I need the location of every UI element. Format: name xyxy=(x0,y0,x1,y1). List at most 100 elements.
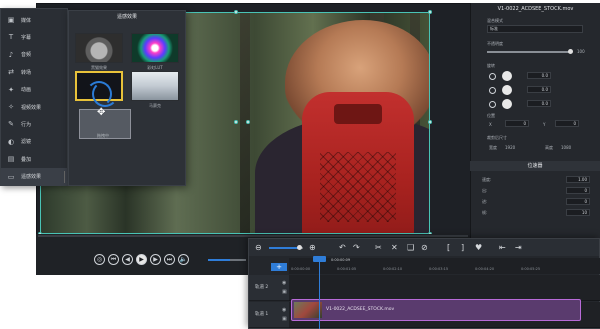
properties-panel: V1-0022_ACDSEE_STOCK.mov 混合模式 标准 不透明度 10… xyxy=(470,3,600,275)
playhead-time: 0:00:00:09 xyxy=(331,258,351,262)
transition-thumb-cat[interactable] xyxy=(75,33,123,63)
split-icon[interactable]: ✂ xyxy=(375,243,382,252)
lock-icon[interactable]: ▣ xyxy=(282,289,287,295)
nav-item-label: 视频效果 xyxy=(21,104,42,111)
slider-knob[interactable] xyxy=(568,49,573,54)
rotation-label: 旋转 xyxy=(487,63,495,68)
playback-progress[interactable] xyxy=(38,235,468,237)
nav-item[interactable]: ⇄ 转场 xyxy=(1,63,67,81)
undo-icon[interactable]: ↶ xyxy=(339,243,346,252)
video-clip[interactable]: V1-0022_ACDSEE_STOCK.mov xyxy=(291,299,581,321)
add-track-button[interactable]: + xyxy=(271,263,287,271)
play-icon[interactable]: ▶ xyxy=(136,254,147,265)
nav-item-label: 叠加 xyxy=(21,156,32,163)
volume-slider[interactable] xyxy=(208,259,246,261)
mark-in-icon[interactable]: [ xyxy=(447,243,450,252)
rewind-icon[interactable]: ◀ xyxy=(122,254,133,265)
speed-row-label: 帧: xyxy=(482,210,488,215)
thumb-label: 马赛克 xyxy=(149,103,161,108)
zoom-out-icon[interactable]: ⊖ xyxy=(255,243,262,252)
clip-label: V1-0022_ACDSEE_STOCK.mov xyxy=(326,307,395,312)
nav-item-label: 字幕 xyxy=(21,34,32,41)
go-end-icon[interactable]: ⇥ xyxy=(515,243,522,252)
rotation-dial[interactable] xyxy=(502,71,512,81)
rotation-z-input[interactable]: 0.0 xyxy=(527,100,551,107)
ruler-tick-label: 0:00:02:10 xyxy=(383,267,403,271)
move-cursor-icon: ✥ xyxy=(97,107,106,118)
speed-row-input[interactable]: 10 xyxy=(566,209,590,216)
nav-item[interactable]: ✦ 动画 xyxy=(1,81,67,99)
rotation-dial[interactable] xyxy=(502,99,512,109)
ruler-tick-label: 0:00:04:20 xyxy=(475,267,495,271)
rotation-dial[interactable] xyxy=(502,85,512,95)
lock-icon[interactable]: ▣ xyxy=(282,316,287,322)
rotate-x-icon xyxy=(489,73,496,80)
transition-thumb-rainbow[interactable] xyxy=(131,33,179,63)
track-header[interactable]: 轨道 1 ◉ ▣ xyxy=(249,302,289,328)
width-value[interactable]: 1920 xyxy=(505,145,515,150)
transition-thumb-mosaic[interactable] xyxy=(131,71,179,101)
nav-item-label: 音频 xyxy=(21,52,32,59)
nav-item[interactable]: ▤ 叠加 xyxy=(1,150,67,168)
playhead[interactable] xyxy=(313,256,326,262)
rotate-z-icon xyxy=(489,101,496,108)
nav-item[interactable]: ▭ 遥感效果 xyxy=(1,167,67,186)
nav-item[interactable]: ▣ 媒体 xyxy=(1,11,67,29)
nav-item[interactable]: ◐ 滤镜 xyxy=(1,133,67,151)
forward-icon[interactable]: ▶ xyxy=(150,254,161,265)
snapshot-icon[interactable]: ◎ xyxy=(94,254,105,265)
ruler-tick-label: 0:00:05:25 xyxy=(521,267,541,271)
zoom-knob[interactable] xyxy=(297,245,302,250)
zoom-slider[interactable] xyxy=(269,245,303,250)
transition-effect-icon: ▭ xyxy=(7,172,15,181)
disable-icon[interactable]: ⊘ xyxy=(421,243,428,252)
effects-icon: ✧ xyxy=(8,103,14,111)
nav-item-label: 媒体 xyxy=(21,17,32,24)
backpack-strap xyxy=(334,104,382,124)
visibility-icon[interactable]: ◉ xyxy=(282,307,286,313)
height-value[interactable]: 1080 xyxy=(561,145,571,150)
speed-row-input[interactable]: 0 xyxy=(566,187,590,194)
speed-row-label: 进: xyxy=(482,199,488,204)
track-lane[interactable] xyxy=(289,275,600,301)
volume-icon[interactable]: 🔈 xyxy=(178,254,189,265)
marker-icon[interactable]: ♥ xyxy=(475,243,482,252)
rotation-x-input[interactable]: 0.0 xyxy=(527,72,551,79)
nav-item[interactable]: ♪ 音频 xyxy=(1,46,67,64)
timeline-panel: ⊖ ⊕ ↶ ↷ ✂ ✕ ❑ ⊘ [] ♥ ⇤ ⇥ + 0:00:00:00 0:00:01:05 0:00… xyxy=(248,238,600,329)
zoom-fill xyxy=(269,247,299,249)
red-backpack xyxy=(302,92,414,234)
redo-icon[interactable]: ↷ xyxy=(353,243,360,252)
mic-icon: ♪ xyxy=(8,50,14,59)
nav-item[interactable]: ✎ 行为 xyxy=(1,115,67,133)
blend-mode-select[interactable]: 标准 xyxy=(487,25,583,33)
opacity-slider[interactable] xyxy=(487,49,573,54)
height-label: 高度 xyxy=(545,145,553,150)
speed-row-input[interactable]: 1.00 xyxy=(566,176,590,183)
delete-icon[interactable]: ✕ xyxy=(391,243,398,252)
speed-row-input[interactable]: 0 xyxy=(566,198,590,205)
next-frame-icon[interactable]: ⏭ xyxy=(164,254,175,265)
position-y-input[interactable]: 0 xyxy=(555,120,579,127)
position-x-input[interactable]: 0 xyxy=(505,120,529,127)
speed-row-label: 出: xyxy=(482,188,488,193)
track-name: 轨道 1 xyxy=(255,312,269,317)
visibility-icon[interactable]: ◉ xyxy=(282,280,286,286)
prev-frame-icon[interactable]: ⏮ xyxy=(108,254,119,265)
clip-thumbnail xyxy=(294,302,322,318)
rotation-y-input[interactable]: 0.0 xyxy=(527,86,551,93)
go-start-icon[interactable]: ⇤ xyxy=(499,243,506,252)
track-header[interactable]: 轨道 2 ◉ ▣ xyxy=(249,275,289,301)
track-name: 轨道 2 xyxy=(255,285,269,290)
transition-thumb-rings-selected[interactable] xyxy=(75,71,123,107)
speed-section-header[interactable]: 位速器 xyxy=(470,161,600,171)
nav-item[interactable]: ✧ 视频效果 xyxy=(1,98,67,116)
mark-out-icon[interactable]: ] xyxy=(461,243,464,252)
panel-title: 遥感效果 xyxy=(116,14,137,20)
copy-icon[interactable]: ❑ xyxy=(407,243,414,252)
thumb-label: 拖拽中 xyxy=(97,133,109,138)
nav-item[interactable]: T 字幕 xyxy=(1,28,67,46)
tree-trunk xyxy=(240,12,250,234)
filter-icon: ◐ xyxy=(7,137,15,146)
zoom-in-icon[interactable]: ⊕ xyxy=(309,243,316,252)
